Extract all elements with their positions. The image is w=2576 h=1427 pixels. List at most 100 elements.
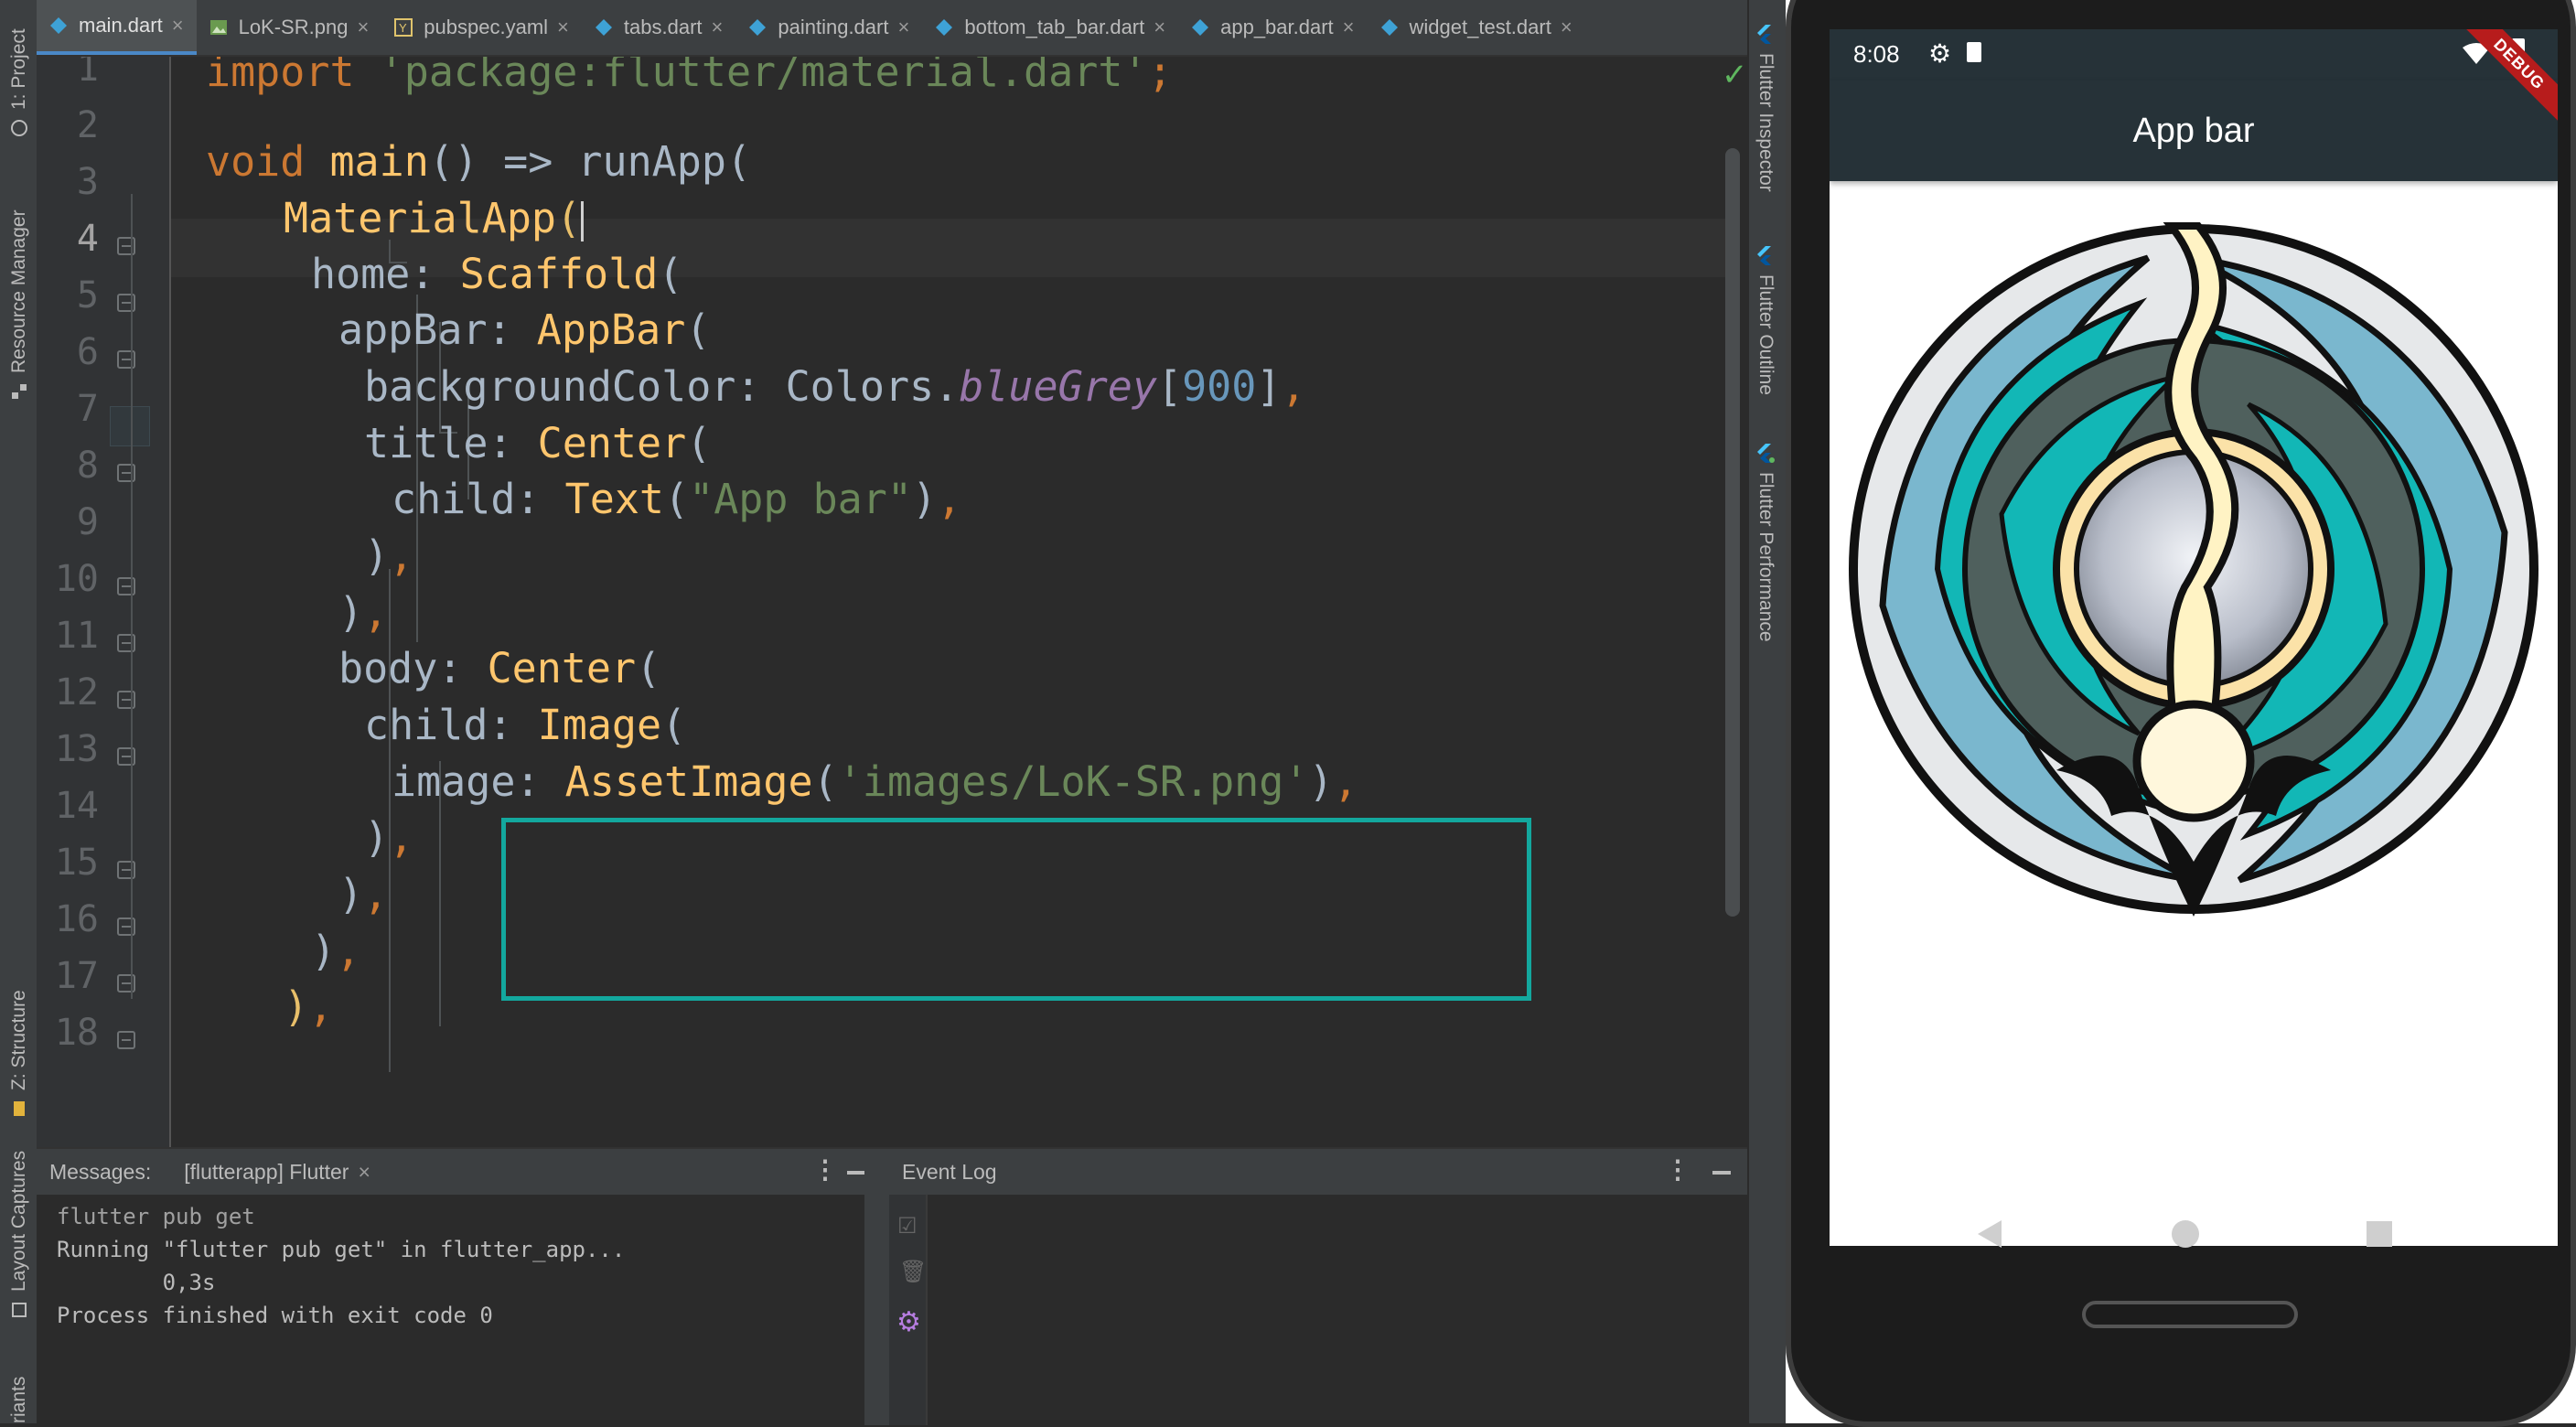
code-editor[interactable]: 1 2 3 4 5 6 7 8 9 10 11 12 13 14 15 16 17 18 import 'pack…	[37, 57, 1747, 1147]
flutter-inspector-tool-button[interactable]: Flutter Inspector	[1755, 24, 1776, 192]
fold-marker-icon[interactable]	[117, 1031, 135, 1049]
panel-divider[interactable]	[864, 1149, 889, 1425]
code-line-14: image: AssetImage('images/LoK-SR.png'),	[392, 757, 1358, 806]
emulator-area: 8:08 ⚙ App bar DEBUG	[1786, 0, 2576, 1427]
message-line: Process finished with exit code 0	[57, 1303, 493, 1328]
flutter-performance-tool-button[interactable]: Flutter Performance	[1755, 443, 1776, 642]
svg-text:Y: Y	[399, 21, 407, 35]
line-number: 9	[76, 501, 99, 543]
line-number: 8	[76, 445, 99, 487]
line-number: 14	[54, 785, 99, 827]
app-bar: App bar	[1830, 80, 2558, 181]
inspection-ok-icon[interactable]: ✓	[1722, 57, 1747, 93]
flutter-performance-icon	[1755, 443, 1776, 463]
editor-tab[interactable]: main.dart ×	[37, 0, 197, 55]
editor-tab[interactable]: painting.dart ×	[735, 0, 922, 55]
dart-icon	[1379, 16, 1401, 38]
messages-tab[interactable]: [flutterapp] Flutter ×	[184, 1160, 370, 1185]
fold-marker-icon[interactable]	[117, 861, 135, 879]
back-nav-icon[interactable]	[1974, 1218, 2005, 1250]
left-tool-window-strip: 1: Project Resource Manager Z: Structure…	[0, 0, 38, 1423]
color-swatch-gutter-icon[interactable]	[110, 406, 150, 446]
line-number: 17	[54, 955, 99, 997]
fold-marker-icon[interactable]	[117, 237, 135, 255]
code-line-12: body: Center(	[338, 644, 661, 692]
messages-output: flutter pub get Running "flutter pub get…	[37, 1195, 864, 1425]
editor-vertical-scrollbar[interactable]	[1725, 148, 1740, 917]
fold-marker-icon[interactable]	[117, 634, 135, 652]
settings-gear-icon[interactable]: ⚙	[896, 1306, 921, 1338]
event-log-minimize-icon[interactable]	[1712, 1171, 1731, 1175]
close-icon[interactable]: ×	[172, 14, 184, 38]
editor-tab[interactable]: bottom_tab_bar.dart ×	[922, 0, 1178, 55]
status-time: 8:08	[1853, 40, 1900, 68]
resource-manager-tool-button[interactable]: Resource Manager	[4, 179, 35, 399]
phone-frame: 8:08 ⚙ App bar DEBUG	[1786, 0, 2576, 1427]
layout-captures-tool-button[interactable]: Layout Captures	[4, 1134, 35, 1317]
text-caret	[581, 201, 585, 241]
fold-marker-icon[interactable]	[117, 294, 135, 312]
close-icon[interactable]: ×	[1343, 16, 1355, 39]
flutter-outline-label: Flutter Outline	[1755, 274, 1776, 395]
messages-label: Messages:	[49, 1159, 152, 1184]
layout-captures-label: Layout Captures	[8, 1150, 29, 1292]
fold-marker-icon[interactable]	[117, 917, 135, 936]
code-line-11: ),	[338, 588, 389, 637]
status-bar: 8:08 ⚙	[1830, 29, 2558, 80]
resource-manager-label: Resource Manager	[8, 209, 29, 373]
fold-marker-icon[interactable]	[117, 464, 135, 482]
code-line-16: ),	[338, 870, 389, 918]
code-line-1: import 'package:flutter/material.dart';	[206, 57, 1173, 96]
home-nav-icon[interactable]	[2170, 1218, 2201, 1250]
code-line-9: child: Text("App bar"),	[392, 475, 962, 523]
trash-icon[interactable]: 🗑	[899, 1259, 927, 1285]
android-nav-bar	[1791, 1191, 2576, 1292]
project-icon	[10, 117, 28, 136]
editor-tab[interactable]: tabs.dart ×	[582, 0, 735, 55]
editor-tab[interactable]: LoK-SR.png ×	[197, 0, 382, 55]
tab-label: painting.dart	[778, 16, 889, 38]
layout-captures-icon	[10, 1299, 28, 1317]
build-variants-tool-button[interactable]: riants	[4, 1354, 35, 1423]
structure-icon	[10, 1098, 28, 1116]
editor-tab[interactable]: app_bar.dart ×	[1178, 0, 1367, 55]
line-number: 16	[54, 898, 99, 940]
editor-tab[interactable]: widget_test.dart ×	[1368, 0, 1585, 55]
recents-nav-icon[interactable]	[2364, 1218, 2395, 1250]
close-icon[interactable]: ×	[358, 1160, 370, 1185]
fold-marker-icon[interactable]	[117, 350, 135, 369]
code-line-3: void main() => runApp(	[206, 137, 752, 186]
code-line-10: ),	[364, 531, 414, 580]
close-icon[interactable]: ×	[1154, 16, 1165, 39]
phone-screen[interactable]: 8:08 ⚙ App bar DEBUG	[1830, 29, 2558, 1246]
close-icon[interactable]: ×	[897, 16, 909, 39]
fold-marker-icon[interactable]	[117, 691, 135, 709]
lok-sr-image	[1849, 222, 2538, 917]
messages-panel-header: Messages: [flutterapp] Flutter ×	[37, 1149, 864, 1195]
fold-marker-icon[interactable]	[117, 747, 135, 766]
event-log-toolbar: ☑ 🗑 ⚙	[889, 1195, 928, 1425]
tab-label: app_bar.dart	[1220, 16, 1334, 38]
mark-read-icon[interactable]: ☑	[897, 1213, 918, 1239]
close-icon[interactable]: ×	[712, 16, 724, 39]
event-log-options-icon[interactable]: ⋮	[1665, 1154, 1690, 1185]
close-icon[interactable]: ×	[357, 16, 369, 39]
code-line-13: child: Image(	[364, 701, 687, 749]
close-icon[interactable]: ×	[557, 16, 569, 39]
structure-tool-label: Z: Structure	[8, 990, 29, 1090]
project-tool-button[interactable]: 1: Project	[4, 16, 35, 136]
flutter-icon	[1755, 24, 1776, 44]
messages-options-icon[interactable]: ⋮	[812, 1154, 838, 1185]
flutter-outline-tool-button[interactable]: Flutter Outline	[1755, 245, 1776, 395]
flutter-icon	[1755, 245, 1776, 265]
line-number-gutter: 1 2 3 4 5 6 7 8 9 10 11 12 13 14 15 16 17 18	[37, 57, 171, 1147]
bottom-tool-panel: Messages: [flutterapp] Flutter × ⋮ flutt…	[37, 1147, 1747, 1425]
fold-marker-icon[interactable]	[117, 577, 135, 595]
fold-marker-icon[interactable]	[117, 974, 135, 992]
editor-tab[interactable]: Ypubspec.yaml ×	[381, 0, 582, 55]
close-icon[interactable]: ×	[1561, 16, 1572, 39]
tab-label: bottom_tab_bar.dart	[964, 16, 1145, 38]
yaml-icon: Y	[392, 16, 414, 38]
messages-minimize-icon[interactable]	[847, 1171, 865, 1175]
structure-tool-button[interactable]: Z: Structure	[4, 960, 35, 1116]
